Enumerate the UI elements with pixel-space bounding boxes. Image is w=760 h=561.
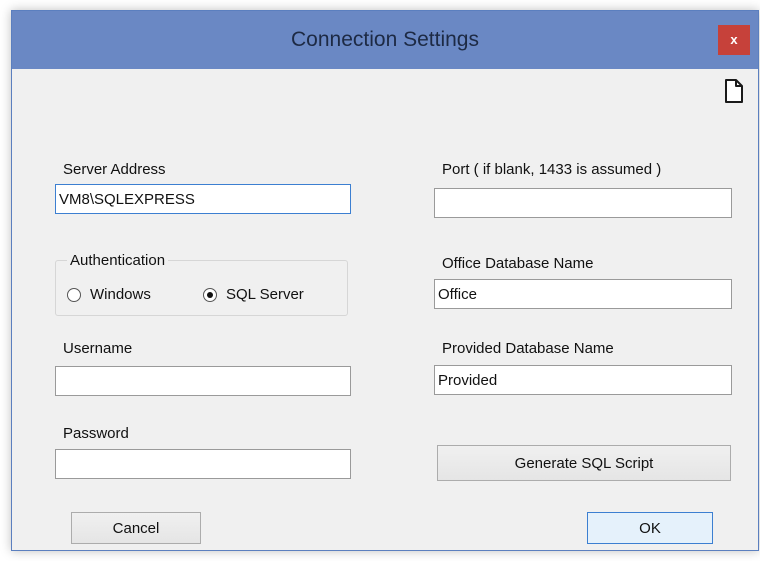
sql-server-radio-circle[interactable] bbox=[203, 287, 217, 302]
password-label: Password bbox=[63, 425, 129, 442]
sql-server-radio-label: SQL Server bbox=[226, 286, 304, 303]
cancel-button[interactable]: Cancel bbox=[71, 512, 201, 544]
generate-sql-script-button[interactable]: Generate SQL Script bbox=[437, 445, 731, 481]
sql-server-auth-radio[interactable]: SQL Server bbox=[203, 286, 304, 303]
username-label: Username bbox=[63, 340, 133, 357]
title-bar[interactable]: Connection Settings x bbox=[12, 11, 758, 69]
close-button[interactable]: x bbox=[718, 25, 750, 55]
server-address-input[interactable] bbox=[55, 184, 351, 214]
new-page-icon[interactable] bbox=[724, 78, 744, 104]
connection-settings-dialog: Connection Settings x Server Address Por… bbox=[11, 10, 759, 551]
desktop: Connection Settings x Server Address Por… bbox=[0, 0, 760, 561]
password-input[interactable] bbox=[55, 449, 351, 479]
windows-radio-circle[interactable] bbox=[67, 287, 81, 302]
ok-button[interactable]: OK bbox=[587, 512, 713, 544]
office-database-input[interactable] bbox=[434, 279, 732, 309]
provided-database-label: Provided Database Name bbox=[442, 340, 614, 357]
port-input[interactable] bbox=[434, 188, 732, 218]
office-database-label: Office Database Name bbox=[442, 255, 594, 272]
username-input[interactable] bbox=[55, 366, 351, 396]
window-title: Connection Settings bbox=[291, 28, 479, 51]
provided-database-input[interactable] bbox=[434, 365, 732, 395]
port-label: Port ( if blank, 1433 is assumed ) bbox=[442, 161, 662, 178]
authentication-legend: Authentication bbox=[67, 252, 169, 269]
windows-auth-radio[interactable]: Windows bbox=[67, 286, 151, 303]
windows-radio-label: Windows bbox=[90, 286, 151, 303]
server-address-label: Server Address bbox=[63, 161, 166, 178]
